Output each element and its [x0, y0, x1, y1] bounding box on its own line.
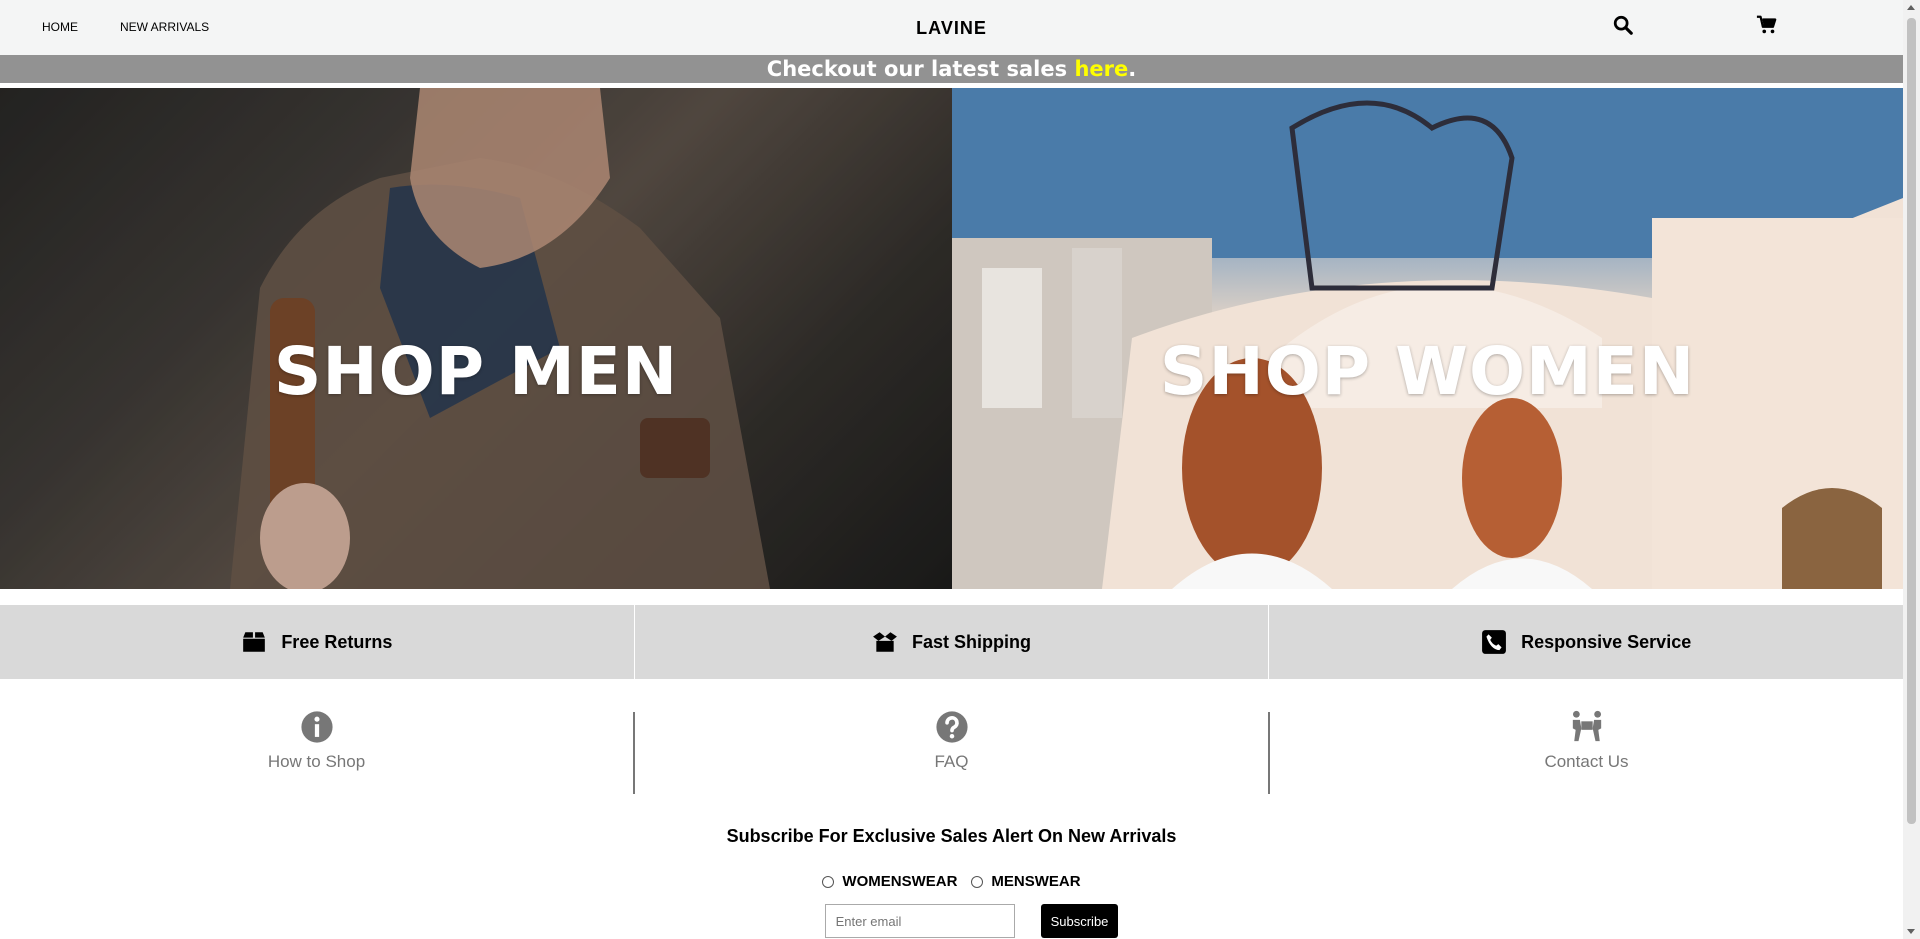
help-label[interactable]: Contact Us: [1544, 752, 1628, 772]
feature-label: Responsive Service: [1521, 631, 1692, 652]
feature-label: Free Returns: [281, 631, 393, 652]
nav-link-home[interactable]: HOME: [42, 20, 78, 34]
top-nav: HOME NEW ARRIVALS LAVINE: [0, 0, 1903, 55]
hero-men-panel[interactable]: SHOP MEN: [0, 88, 952, 589]
search-icon[interactable]: [1612, 14, 1634, 36]
scroll-down-arrow[interactable]: [1907, 929, 1915, 934]
subscribe-heading: Subscribe For Exclusive Sales Alert On N…: [726, 826, 1177, 846]
help-label[interactable]: How to Shop: [268, 752, 365, 772]
brand-logo[interactable]: LAVINE: [916, 18, 987, 38]
help-faq[interactable]: FAQ: [635, 680, 1268, 810]
people-carry-icon: [1572, 710, 1601, 742]
promo-period: .: [1128, 57, 1137, 81]
scroll-up-arrow[interactable]: [1907, 5, 1915, 10]
open-box-icon: [873, 632, 897, 652]
help-section: How to Shop FAQ Contact Us: [0, 680, 1903, 810]
feature-label: Fast Shipping: [912, 631, 1031, 652]
shop-men-label[interactable]: SHOP MEN: [0, 333, 952, 410]
question-icon: [935, 711, 968, 743]
nav-links: HOME NEW ARRIVALS: [42, 20, 209, 34]
shop-women-label[interactable]: SHOP WOMEN: [952, 333, 1903, 410]
help-contact-us[interactable]: Contact Us: [1270, 680, 1903, 810]
promo-text: Checkout our latest sales: [766, 57, 1075, 81]
subscribe-options: WOMENSWEAR MENSWEAR: [0, 873, 1903, 890]
subscribe-form: Subscribe: [40, 904, 1903, 938]
promo-link[interactable]: here: [1074, 57, 1128, 81]
radio-button[interactable]: [971, 875, 984, 888]
radio-label: WOMENSWEAR: [842, 873, 958, 890]
radio-womenswear[interactable]: WOMENSWEAR: [822, 873, 957, 890]
page-scrollbar[interactable]: [1903, 0, 1920, 939]
info-icon: [300, 711, 333, 743]
radio-label: MENSWEAR: [991, 873, 1081, 890]
box-icon: [243, 632, 266, 652]
hero-women-panel[interactable]: SHOP WOMEN: [952, 88, 1903, 589]
cart-icon[interactable]: [1756, 14, 1778, 36]
radio-button[interactable]: [822, 875, 835, 888]
help-how-to-shop[interactable]: How to Shop: [0, 680, 633, 810]
email-input[interactable]: [824, 904, 1015, 938]
help-label[interactable]: FAQ: [934, 752, 968, 772]
radio-menswear[interactable]: MENSWEAR: [971, 873, 1081, 890]
feature-responsive-service: Responsive Service: [1269, 605, 1903, 679]
subscribe-section: Subscribe For Exclusive Sales Alert On N…: [0, 826, 1903, 938]
nav-link-new-arrivals[interactable]: NEW ARRIVALS: [120, 20, 209, 34]
scrollbar-thumb[interactable]: [1907, 18, 1916, 824]
feature-fast-shipping: Fast Shipping: [635, 605, 1270, 679]
features-bar: Free Returns Fast Shipping Responsive Se…: [0, 605, 1903, 679]
promo-banner: Checkout our latest sales here.: [0, 55, 1903, 83]
feature-free-returns: Free Returns: [0, 605, 635, 679]
phone-icon: [1482, 630, 1507, 654]
subscribe-button[interactable]: Subscribe: [1040, 904, 1119, 938]
